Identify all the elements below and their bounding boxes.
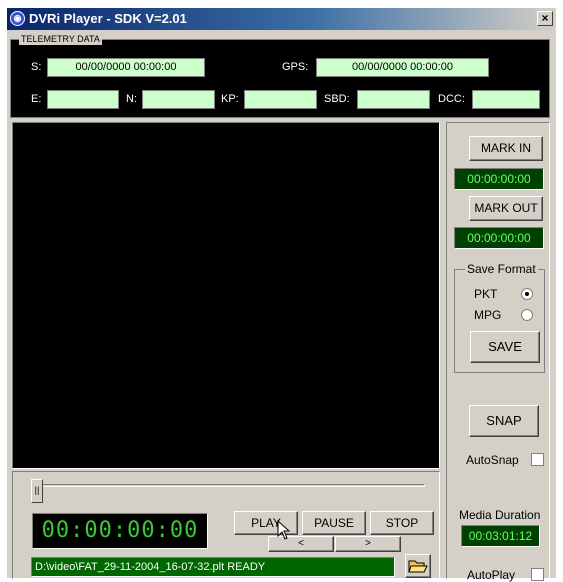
n-label: N: bbox=[126, 93, 137, 105]
snap-button[interactable]: SNAP bbox=[469, 405, 539, 437]
step-forward-button[interactable]: > bbox=[335, 536, 401, 552]
pkt-radio[interactable] bbox=[521, 288, 533, 300]
s-label: S: bbox=[31, 61, 42, 73]
telemetry-panel: TELEMETRY DATA S: 00/00/0000 00:00:00 GP… bbox=[10, 33, 550, 118]
mark-out-time: 00:00:00:00 bbox=[454, 227, 544, 249]
timecode-display: 00:00:00:00 bbox=[32, 513, 208, 549]
window-title: DVRi Player - SDK V=2.01 bbox=[29, 11, 187, 26]
kp-field[interactable] bbox=[244, 90, 317, 109]
autosnap-label: AutoSnap bbox=[466, 453, 519, 467]
e-field[interactable] bbox=[47, 90, 119, 109]
close-button[interactable]: × bbox=[537, 11, 553, 26]
pkt-label: PKT bbox=[474, 287, 498, 301]
mark-out-button[interactable]: MARK OUT bbox=[469, 196, 543, 221]
gps-label: GPS: bbox=[282, 61, 309, 73]
save-format-group: Save Format PKT MPG SAVE bbox=[454, 262, 545, 373]
sbd-label: SBD: bbox=[324, 93, 350, 105]
dcc-field[interactable] bbox=[472, 90, 540, 109]
save-button[interactable]: SAVE bbox=[470, 331, 540, 363]
gps-field[interactable]: 00/00/0000 00:00:00 bbox=[316, 58, 489, 77]
autosnap-checkbox[interactable] bbox=[531, 453, 544, 466]
title-bar[interactable]: ◉ DVRi Player - SDK V=2.01 × bbox=[7, 8, 556, 30]
open-folder-icon bbox=[408, 560, 428, 573]
media-duration-label: Media Duration bbox=[459, 508, 541, 522]
stop-button[interactable]: STOP bbox=[370, 511, 434, 535]
telemetry-legend: TELEMETRY DATA bbox=[19, 33, 102, 45]
autoplay-checkbox[interactable] bbox=[531, 568, 544, 581]
n-field[interactable] bbox=[142, 90, 215, 109]
mark-in-time: 00:00:00:00 bbox=[454, 168, 544, 190]
mpg-radio[interactable] bbox=[521, 309, 533, 321]
media-duration-value: 00:03:01:12 bbox=[461, 525, 540, 547]
pause-button[interactable]: PAUSE bbox=[302, 511, 366, 535]
dcc-label: DCC: bbox=[438, 93, 465, 105]
s-field[interactable]: 00/00/0000 00:00:00 bbox=[47, 58, 205, 77]
mouse-pointer-icon bbox=[277, 520, 291, 540]
status-bar: D:\video\FAT_29-11-2004_16-07-32.plt REA… bbox=[31, 557, 395, 577]
sbd-field[interactable] bbox=[357, 90, 430, 109]
open-file-button[interactable] bbox=[405, 554, 431, 578]
dvri-player-window: ◉ DVRi Player - SDK V=2.01 × TELEMETRY D… bbox=[7, 8, 556, 582]
dvri-logo-icon: ◉ bbox=[10, 11, 25, 26]
seek-thumb[interactable]: || bbox=[31, 479, 43, 503]
mpg-label: MPG bbox=[474, 308, 502, 322]
e-label: E: bbox=[31, 93, 42, 105]
kp-label: KP: bbox=[221, 93, 239, 105]
video-display[interactable] bbox=[12, 122, 440, 469]
save-format-legend: Save Format bbox=[465, 262, 538, 276]
right-control-panel: MARK IN 00:00:00:00 MARK OUT 00:00:00:00… bbox=[446, 122, 550, 582]
seek-track[interactable] bbox=[31, 484, 425, 487]
mark-in-button[interactable]: MARK IN bbox=[469, 136, 543, 161]
